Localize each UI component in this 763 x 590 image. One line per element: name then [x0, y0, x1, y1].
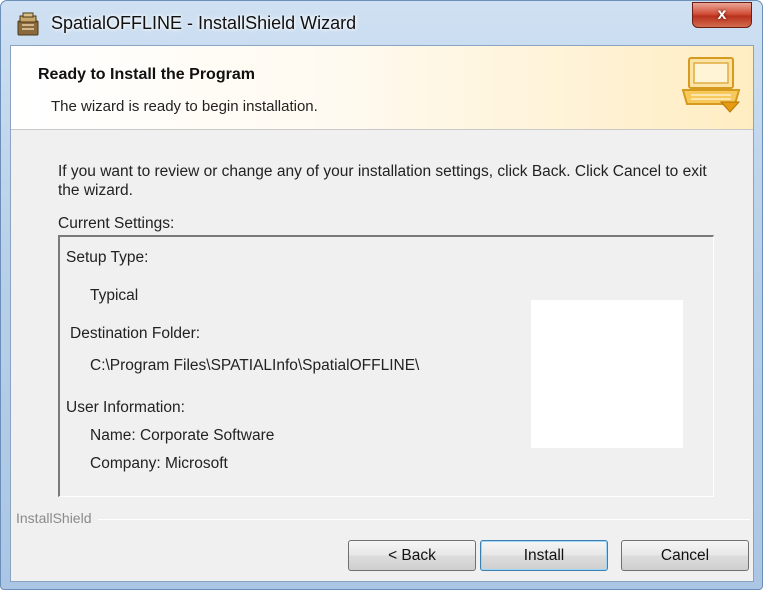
- instructions-text: If you want to review or change any of y…: [58, 163, 707, 199]
- computer-install-icon: [681, 56, 743, 114]
- installshield-window: SpatialOFFLINE - InstallShield Wizard x …: [0, 0, 763, 590]
- user-name-value: Name: Corporate Software: [90, 427, 275, 444]
- setup-type-label: Setup Type:: [66, 249, 149, 266]
- install-button[interactable]: Install: [480, 540, 608, 571]
- cancel-button[interactable]: Cancel: [621, 540, 749, 571]
- destination-folder-value: C:\Program Files\SPATIALInfo\SpatialOFFL…: [90, 357, 420, 374]
- installer-app-icon: [15, 11, 41, 37]
- wizard-client-area: Ready to Install the Program The wizard …: [10, 45, 754, 582]
- close-button[interactable]: x: [692, 2, 752, 28]
- company-value: Company: Microsoft: [90, 455, 228, 472]
- footer-divider: [16, 519, 750, 520]
- title-bar[interactable]: SpatialOFFLINE - InstallShield Wizard x: [1, 1, 762, 45]
- destination-folder-label: Destination Folder:: [70, 325, 201, 342]
- setup-type-value: Typical: [90, 287, 139, 304]
- installshield-brand: InstallShield: [16, 510, 98, 526]
- close-icon: x: [717, 6, 727, 23]
- page-title: Ready to Install the Program: [38, 66, 255, 83]
- header-banner: Ready to Install the Program The wizard …: [11, 46, 753, 130]
- redacted-area: [531, 300, 683, 448]
- current-settings-label: Current Settings:: [58, 215, 175, 232]
- page-subtitle: The wizard is ready to begin installatio…: [51, 98, 318, 115]
- back-button[interactable]: < Back: [348, 540, 476, 571]
- user-information-label: User Information:: [66, 399, 185, 416]
- window-title: SpatialOFFLINE - InstallShield Wizard: [51, 13, 357, 33]
